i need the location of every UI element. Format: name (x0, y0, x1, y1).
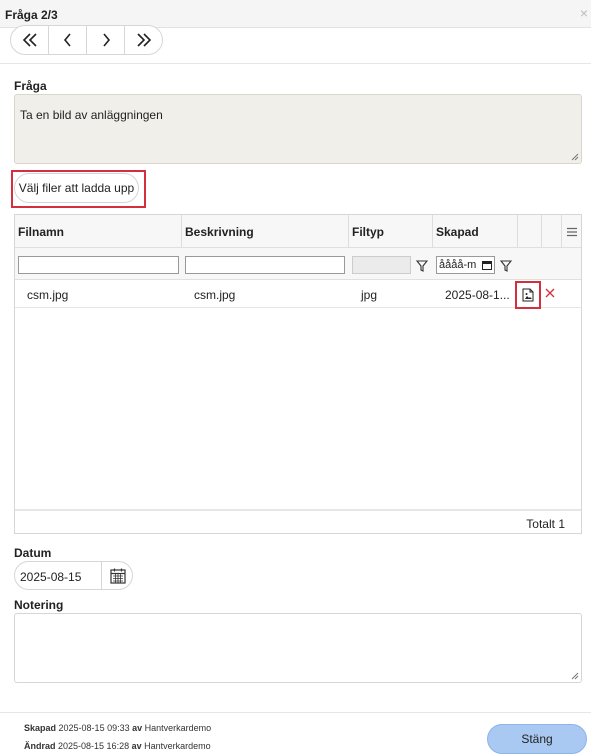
filter-icon[interactable] (500, 260, 512, 272)
column-header-actions-2 (541, 215, 561, 248)
created-by-label: av (132, 723, 143, 733)
filter-skapad-date[interactable]: åååå-m (436, 256, 495, 274)
changed-by: Hantverkardemo (144, 741, 211, 751)
column-menu-button[interactable] (561, 215, 581, 248)
chevrons-left-icon (22, 33, 37, 47)
menu-icon (566, 227, 577, 236)
column-header-beskrivning[interactable]: Beskrivning (181, 215, 348, 248)
created-info: Skapad 2025-08-15 09:33 av Hantverkardem… (24, 723, 211, 733)
filter-beskrivning-input[interactable] (185, 256, 345, 274)
grid-footer: Totalt 1 (15, 509, 581, 533)
chevron-right-icon (102, 33, 110, 47)
note-textarea[interactable] (14, 613, 582, 683)
date-picker-button[interactable] (101, 562, 133, 589)
files-grid: Filnamn Beskrivning Filtyp Skapad åååå-m… (14, 214, 582, 534)
question-text-value: Ta en bild av anläggningen (20, 108, 163, 122)
file-image-icon (522, 288, 534, 302)
close-button[interactable]: Stäng (487, 724, 587, 754)
changed-by-label: av (131, 741, 142, 751)
last-question-button[interactable] (125, 26, 162, 54)
grid-filter-row: åååå-m (15, 248, 581, 280)
changed-label: Ändrad (24, 741, 56, 751)
created-value: 2025-08-15 09:33 (58, 723, 130, 733)
note-label: Notering (14, 598, 64, 612)
close-dialog-icon[interactable]: × (580, 5, 588, 21)
header-divider (0, 63, 591, 64)
footer-divider (0, 712, 591, 713)
chevron-left-icon (63, 33, 71, 47)
column-header-skapad[interactable]: Skapad (432, 215, 517, 248)
next-question-button[interactable] (87, 26, 125, 54)
date-value: 2025-08-15 (20, 570, 82, 584)
filter-filtyp-input[interactable] (352, 256, 411, 274)
table-row[interactable]: csm.jpg csm.jpg jpg 2025-08-1... (15, 280, 581, 309)
changed-value: 2025-08-15 16:28 (58, 741, 130, 751)
delete-x-icon[interactable] (545, 288, 555, 298)
upload-files-button[interactable]: Välj filer att ladda upp (14, 173, 139, 203)
created-label: Skapad (24, 723, 57, 733)
cell-skapad: 2025-08-1... (445, 288, 510, 302)
dialog-titlebar: Fråga 2/3 × (0, 0, 591, 28)
question-text: Ta en bild av anläggningen (14, 94, 582, 164)
date-label: Datum (14, 546, 52, 560)
cell-beskrivning: csm.jpg (194, 288, 236, 302)
calendar-icon (482, 261, 492, 270)
changed-info: Ändrad 2025-08-15 16:28 av Hantverkardem… (24, 741, 211, 751)
created-by: Hantverkardemo (144, 723, 212, 733)
column-header-filnamn[interactable]: Filnamn (15, 215, 181, 248)
chevrons-right-icon (136, 33, 151, 47)
previous-question-button[interactable] (49, 26, 87, 54)
filter-icon[interactable] (416, 260, 428, 272)
date-field[interactable]: 2025-08-15 (14, 561, 133, 590)
column-header-filtyp[interactable]: Filtyp (348, 215, 432, 248)
grid-total: Totalt 1 (526, 517, 565, 531)
date-filter-placeholder: åååå-m (439, 259, 477, 271)
question-label: Fråga (14, 79, 47, 93)
cell-filtyp: jpg (361, 288, 378, 302)
dialog-title: Fråga 2/3 (5, 8, 58, 22)
first-question-button[interactable] (11, 26, 49, 54)
calendar-icon (109, 568, 126, 584)
resize-grip-icon (571, 153, 579, 161)
view-file-button[interactable] (515, 281, 541, 309)
question-nav (10, 25, 163, 55)
filter-filnamn-input[interactable] (18, 256, 179, 274)
column-header-actions (517, 215, 541, 248)
cell-filnamn: csm.jpg (27, 288, 69, 302)
grid-header: Filnamn Beskrivning Filtyp Skapad (15, 215, 581, 248)
resize-grip-icon (571, 672, 579, 680)
